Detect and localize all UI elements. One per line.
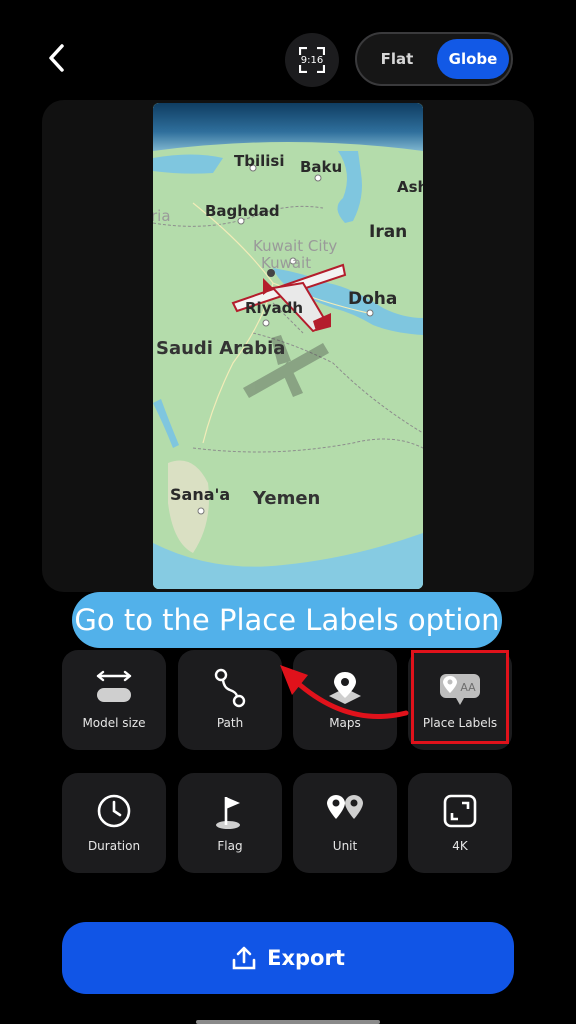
export-label: Export [267,946,345,970]
city-label: Riyadh [245,299,304,317]
unit-pins-icon [293,791,397,831]
aspect-ratio-button[interactable]: 9:16 [285,33,339,87]
upload-icon [232,946,256,970]
highlight-box [411,650,509,744]
unit-tile[interactable]: Unit [293,773,397,873]
duration-tile[interactable]: Duration [62,773,166,873]
home-indicator [196,1020,380,1024]
back-button[interactable] [40,40,76,76]
path-icon [178,668,282,708]
expand-icon [408,791,512,831]
tile-label: 4K [452,839,468,853]
city-label: Baku [300,158,343,176]
aspect-ratio-label: 9:16 [300,54,324,66]
city-label: Baghdad [205,202,280,220]
country-label: Saudi Arabia [156,338,286,359]
instruction-banner: Go to the Place Labels option [72,592,502,648]
city-label: Kuwait [261,254,312,272]
model-size-tile[interactable]: Model size [62,650,166,750]
tile-label: Flag [217,839,243,853]
resize-icon [62,668,166,708]
chevron-left-icon [49,44,64,72]
partial-country-label: ria [153,207,171,225]
tile-label: Duration [87,839,141,853]
tile-label: Model size [82,716,146,730]
view-toggle: Flat Globe [355,32,513,86]
path-tile[interactable]: Path [178,650,282,750]
city-label: Doha [348,289,398,309]
country-label: Iran [369,222,408,242]
country-label: Yemen [253,488,321,509]
4k-tile[interactable]: 4K [408,773,512,873]
city-label: Ash [397,178,423,196]
tile-label: Unit [332,839,358,853]
tile-label: Path [216,716,244,730]
city-label: Tbilisi [234,152,285,170]
city-label: Kuwait City [253,237,338,255]
globe-option[interactable]: Globe [437,39,509,79]
flag-icon [178,791,282,831]
clock-icon [62,791,166,831]
export-button[interactable]: Export [62,922,514,994]
arrow-annotation [280,665,409,719]
map-preview[interactable]: Tbilisi Baku Ash ria Baghdad Iran Kuwait… [153,103,423,589]
city-label: Sana'a [170,485,231,504]
flag-tile[interactable]: Flag [178,773,282,873]
flat-option[interactable]: Flat [361,39,433,79]
